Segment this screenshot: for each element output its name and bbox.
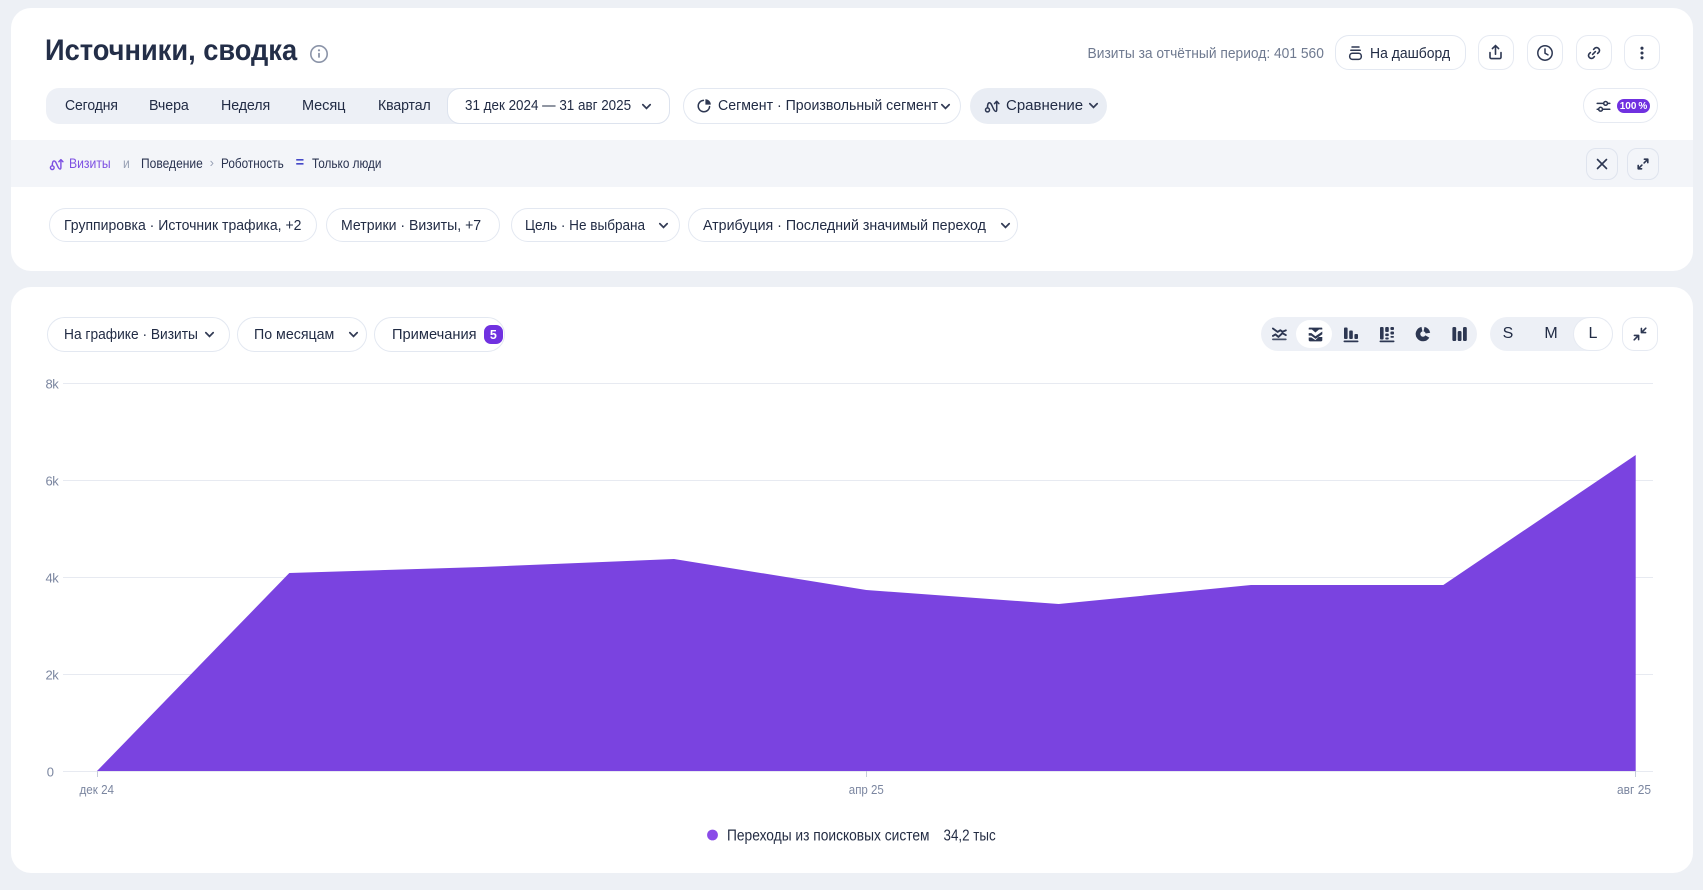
svg-text:4k: 4k [46,571,60,586]
svg-text:авг 25: авг 25 [1617,782,1651,797]
svg-text:апр 25: апр 25 [849,782,884,797]
svg-text:6k: 6k [46,474,60,489]
svg-text:0: 0 [47,765,54,780]
svg-text:8k: 8k [46,377,60,392]
svg-text:34,2 тыс: 34,2 тыс [944,828,996,845]
svg-text:Переходы из поисковых систем: Переходы из поисковых систем [727,828,930,845]
svg-text:2k: 2k [46,668,60,683]
svg-text:дек 24: дек 24 [80,782,115,797]
